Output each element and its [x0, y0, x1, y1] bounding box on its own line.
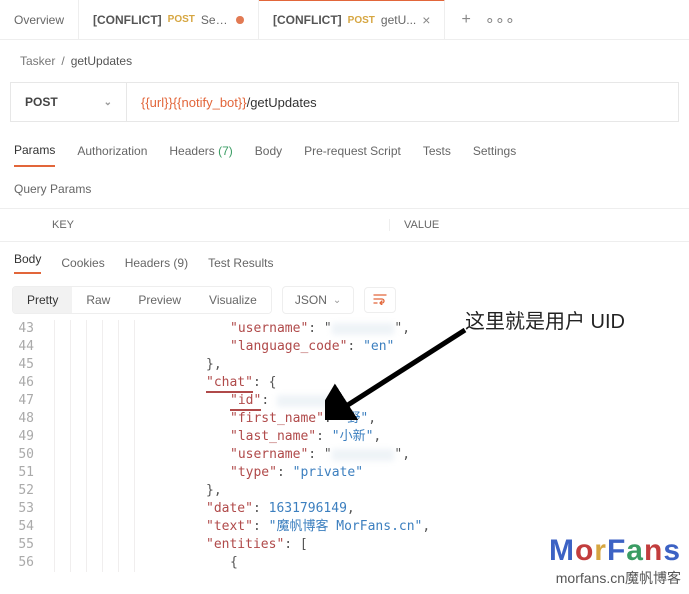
add-tab-button[interactable]: + [461, 11, 470, 29]
tab-method: POST [168, 14, 195, 25]
url-input[interactable]: {{url}}{{notify_bot}}/getUpdates [127, 95, 331, 110]
request-tabs: Params Authorization Headers (7) Body Pr… [0, 138, 689, 172]
tab-conflict-label: [CONFLICT] [93, 13, 162, 27]
wrap-icon[interactable] [364, 287, 396, 313]
code-line: 53 "date": 1631796149, [0, 500, 689, 518]
resptab-body[interactable]: Body [14, 252, 41, 274]
code-text: "type": "private" [182, 464, 363, 482]
code-line: 48 "first_name": "野", [0, 410, 689, 428]
breadcrumb: Tasker / getUpdates [0, 40, 689, 82]
watermark: MorFans morfans.cn魔帆博客 [549, 534, 681, 588]
code-line: 47 "id": 00000000, [0, 392, 689, 410]
resptab-testresults[interactable]: Test Results [208, 256, 273, 270]
chevron-down-icon: ⌄ [333, 295, 341, 306]
url-var: {{notify_bot}} [173, 95, 247, 110]
line-number: 46 [0, 374, 42, 392]
resp-headers-count: (9) [173, 256, 188, 270]
code-text: "username": "xxxxxxxx", [182, 446, 410, 464]
more-tabs-button[interactable]: ∘∘∘ [485, 10, 515, 30]
query-params-label: Query Params [0, 172, 689, 206]
code-text: "date": 1631796149, [182, 500, 355, 518]
tab-title: getU... [381, 13, 416, 27]
view-preview[interactable]: Preview [124, 287, 195, 313]
close-icon[interactable]: × [422, 12, 430, 28]
chevron-down-icon: ⌄ [104, 97, 112, 108]
line-number: 51 [0, 464, 42, 482]
method-value: POST [25, 95, 58, 109]
code-text: "id": 00000000, [182, 392, 347, 410]
watermark-logo: MorFans [549, 534, 681, 568]
tab-method: POST [348, 15, 375, 26]
code-text: "chat": { [182, 374, 276, 392]
breadcrumb-parent[interactable]: Tasker [20, 54, 55, 68]
tab-actions: + ∘∘∘ [445, 10, 530, 30]
code-line: 45}, [0, 356, 689, 374]
method-select[interactable]: POST ⌄ [11, 83, 127, 121]
line-number: 45 [0, 356, 42, 374]
request-bar: POST ⌄ {{url}}{{notify_bot}}/getUpdates [10, 82, 679, 122]
reqtab-tests[interactable]: Tests [423, 144, 451, 166]
resptab-cookies[interactable]: Cookies [61, 256, 104, 270]
code-text: "first_name": "野", [182, 410, 376, 428]
code-text: "language_code": "en" [182, 338, 394, 356]
line-number: 50 [0, 446, 42, 464]
line-number: 52 [0, 482, 42, 500]
code-text: "entities": [ [182, 536, 308, 554]
code-line: 49 "last_name": "小新", [0, 428, 689, 446]
url-var: {{url}} [141, 95, 173, 110]
tab-conflict-label: [CONFLICT] [273, 13, 342, 27]
view-raw[interactable]: Raw [72, 287, 124, 313]
line-number: 53 [0, 500, 42, 518]
code-text: "last_name": "小新", [182, 428, 381, 446]
tab-second[interactable]: [CONFLICT] POST Sen... [79, 0, 259, 40]
tab-overview[interactable]: Overview [0, 0, 79, 40]
code-line: 44 "language_code": "en" [0, 338, 689, 356]
dirty-dot-icon [236, 16, 244, 24]
code-text: "username": "xxxxxxxx", [182, 320, 410, 338]
reqtab-headers[interactable]: Headers (7) [169, 144, 232, 166]
col-value: VALUE [390, 219, 453, 231]
code-line: 52}, [0, 482, 689, 500]
reqtab-prerequest[interactable]: Pre-request Script [304, 144, 401, 166]
reqtab-authorization[interactable]: Authorization [77, 144, 147, 166]
annotation-text: 这里就是用户 UID [465, 305, 625, 334]
reqtab-settings[interactable]: Settings [473, 144, 516, 166]
tab-title: Sen... [201, 13, 231, 27]
format-select[interactable]: JSON ⌄ [282, 286, 354, 314]
code-text: }, [182, 482, 222, 500]
url-tail: /getUpdates [247, 95, 317, 110]
params-table-header: KEY VALUE [0, 208, 689, 242]
line-number: 43 [0, 320, 42, 338]
code-line: 50 "username": "xxxxxxxx", [0, 446, 689, 464]
line-number: 47 [0, 392, 42, 410]
tab-active[interactable]: [CONFLICT] POST getU... × [259, 0, 445, 39]
view-segment: Pretty Raw Preview Visualize [12, 286, 272, 314]
reqtab-body[interactable]: Body [255, 144, 282, 166]
code-line: 46 "chat": { [0, 374, 689, 392]
tab-label: Overview [14, 13, 64, 27]
response-tabs: Body Cookies Headers (9) Test Results [0, 242, 689, 280]
headers-count: (7) [218, 144, 233, 158]
resptab-headers[interactable]: Headers (9) [125, 256, 188, 270]
line-number: 55 [0, 536, 42, 554]
line-number: 49 [0, 428, 42, 446]
reqtab-params[interactable]: Params [14, 143, 55, 167]
line-number: 56 [0, 554, 42, 572]
line-number: 48 [0, 410, 42, 428]
top-tabs: Overview [CONFLICT] POST Sen... [CONFLIC… [0, 0, 689, 40]
breadcrumb-current: getUpdates [71, 54, 132, 68]
breadcrumb-sep: / [61, 54, 64, 68]
view-pretty[interactable]: Pretty [13, 287, 72, 313]
code-text: { [182, 554, 238, 572]
col-key: KEY [0, 219, 390, 231]
code-text: }, [182, 356, 222, 374]
line-number: 44 [0, 338, 42, 356]
watermark-sub: morfans.cn魔帆博客 [549, 568, 681, 588]
code-text: "text": "魔帆博客 MorFans.cn", [182, 518, 430, 536]
view-visualize[interactable]: Visualize [195, 287, 271, 313]
format-value: JSON [295, 293, 327, 307]
line-number: 54 [0, 518, 42, 536]
code-line: 51 "type": "private" [0, 464, 689, 482]
